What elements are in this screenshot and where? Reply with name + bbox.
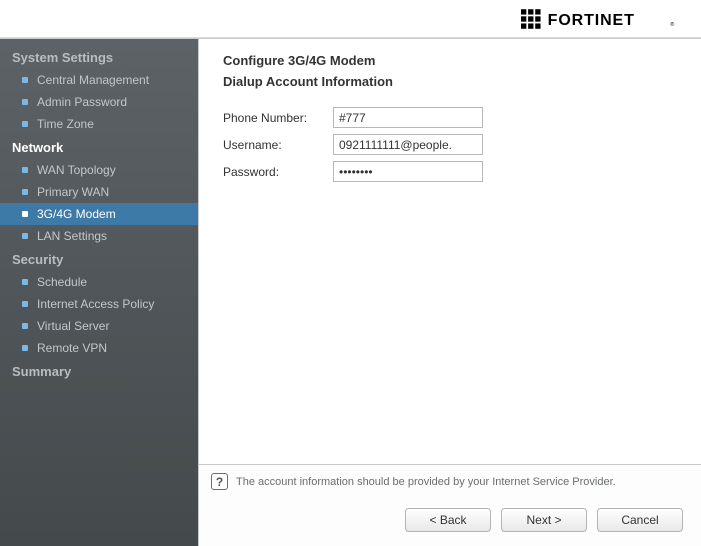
password-label: Password: — [223, 165, 333, 179]
content: Configure 3G/4G Modem Dialup Account Inf… — [199, 39, 701, 464]
bullet-icon — [22, 323, 28, 329]
bullet-icon — [22, 99, 28, 105]
sidebar-item-time-zone[interactable]: Time Zone — [0, 113, 198, 135]
sidebar-group-network: Network — [0, 135, 198, 159]
sidebar-item-label: 3G/4G Modem — [37, 207, 116, 221]
next-button[interactable]: Next > — [501, 508, 587, 532]
sidebar-item-label: Internet Access Policy — [37, 297, 154, 311]
sidebar-item-label: WAN Topology — [37, 163, 116, 177]
svg-text:®: ® — [670, 21, 674, 28]
form-row-password: Password: — [223, 161, 677, 182]
page-title: Configure 3G/4G Modem — [223, 53, 677, 68]
phone-label: Phone Number: — [223, 111, 333, 125]
sidebar: System Settings Central Management Admin… — [0, 39, 198, 546]
footer: < Back Next > Cancel — [199, 498, 701, 546]
sidebar-item-internet-access-policy[interactable]: Internet Access Policy — [0, 293, 198, 315]
sidebar-group-summary: Summary — [0, 359, 198, 383]
hint-bar: ? The account information should be prov… — [199, 464, 701, 498]
sidebar-item-label: LAN Settings — [37, 229, 107, 243]
form-row-phone: Phone Number: — [223, 107, 677, 128]
bullet-icon — [22, 233, 28, 239]
sidebar-group-security: Security — [0, 247, 198, 271]
bullet-icon — [22, 167, 28, 173]
username-input[interactable] — [333, 134, 483, 155]
sidebar-item-admin-password[interactable]: Admin Password — [0, 91, 198, 113]
header: FORTINET ® — [0, 0, 701, 38]
hint-text: The account information should be provid… — [236, 476, 616, 488]
app-window: FORTINET ® System Settings Central Manag… — [0, 0, 701, 546]
body: System Settings Central Management Admin… — [0, 38, 701, 546]
sidebar-item-wan-topology[interactable]: WAN Topology — [0, 159, 198, 181]
sidebar-item-3g-4g-modem[interactable]: 3G/4G Modem — [0, 203, 198, 225]
form-row-username: Username: — [223, 134, 677, 155]
svg-text:FORTINET: FORTINET — [548, 12, 635, 29]
sidebar-item-lan-settings[interactable]: LAN Settings — [0, 225, 198, 247]
password-input[interactable] — [333, 161, 483, 182]
sidebar-item-primary-wan[interactable]: Primary WAN — [0, 181, 198, 203]
bullet-icon — [22, 77, 28, 83]
bullet-icon — [22, 345, 28, 351]
phone-input[interactable] — [333, 107, 483, 128]
sidebar-item-virtual-server[interactable]: Virtual Server — [0, 315, 198, 337]
bullet-icon — [22, 301, 28, 307]
sidebar-item-label: Primary WAN — [37, 185, 109, 199]
sidebar-item-central-management[interactable]: Central Management — [0, 69, 198, 91]
fortinet-logo-icon: FORTINET ® — [521, 9, 681, 29]
help-icon: ? — [211, 473, 228, 490]
sidebar-item-label: Central Management — [37, 73, 149, 87]
sidebar-item-label: Virtual Server — [37, 319, 109, 333]
sidebar-item-schedule[interactable]: Schedule — [0, 271, 198, 293]
main-panel: Configure 3G/4G Modem Dialup Account Inf… — [198, 39, 701, 546]
bullet-icon — [22, 211, 28, 217]
bullet-icon — [22, 279, 28, 285]
sidebar-item-label: Schedule — [37, 275, 87, 289]
sidebar-item-label: Remote VPN — [37, 341, 107, 355]
back-button[interactable]: < Back — [405, 508, 491, 532]
sidebar-item-label: Admin Password — [37, 95, 127, 109]
sidebar-item-label: Time Zone — [37, 117, 94, 131]
sidebar-item-remote-vpn[interactable]: Remote VPN — [0, 337, 198, 359]
bullet-icon — [22, 121, 28, 127]
sidebar-group-system-settings: System Settings — [0, 45, 198, 69]
page-subtitle: Dialup Account Information — [223, 74, 677, 89]
bullet-icon — [22, 189, 28, 195]
username-label: Username: — [223, 138, 333, 152]
cancel-button[interactable]: Cancel — [597, 508, 683, 532]
brand-logo: FORTINET ® — [521, 9, 681, 29]
